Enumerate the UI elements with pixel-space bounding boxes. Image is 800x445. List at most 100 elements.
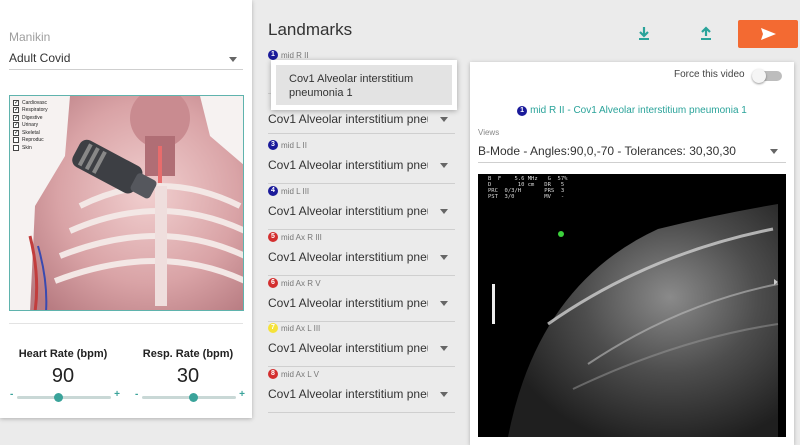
manikin-selected-value: Adult Covid [9,51,71,65]
layer-checkbox[interactable]: ✓ [13,107,19,114]
landmark-badge: 8 [268,369,278,379]
chevron-down-icon [440,255,448,260]
layer-row[interactable]: ✓ Skeletal [13,129,59,137]
divider [9,323,243,324]
landmark-name: mid R II [281,50,309,60]
layer-checkbox[interactable]: ✓ [13,99,19,106]
video-title-text: mid R II - Cov1 Alveolar interstitium pn… [530,105,747,116]
heart-rate-value: 90 [51,365,75,387]
manikin-label: Manikin [9,30,51,44]
landmark-header: 5 mid Ax R III [268,232,322,242]
layer-row[interactable]: ✓ Cardiovasc [13,99,59,107]
landmark-value: Cov1 Alveolar interstitium pneu... [268,158,428,172]
layer-checkbox[interactable]: ✓ [13,114,19,121]
heart-rate-slider[interactable]: - + [10,389,120,402]
heart-rate-group: Heart Rate (bpm) 90 [8,348,118,388]
layer-label: Digestive [22,114,43,121]
manikin-panel: Manikin Adult Covid ✓ Cardiovasc ✓ Respi… [0,0,252,418]
force-video-label: Force this video [674,69,745,80]
chevron-down-icon [440,163,448,168]
video-title: 1 mid R II - Cov1 Alveolar interstitium … [470,105,794,116]
upload-icon [701,26,711,40]
landmark-item[interactable]: 4 mid L III Cov1 Alveolar interstitium p… [268,186,455,230]
landmark-name: mid L II [281,140,307,150]
layer-label: Reproduc [22,137,44,144]
landmark-item[interactable]: 3 mid L II Cov1 Alveolar interstitium pn… [268,140,455,184]
ultrasound-video[interactable]: B F 5.6 MHz G 57% D 10 cm DR 5 PRC 0/3/H… [478,174,786,437]
landmark-name: mid Ax L III [281,323,321,333]
anatomy-layer-list: ✓ Cardiovasc ✓ Respiratory ✓ Digestive ✓ Uri… [13,99,59,152]
layer-row[interactable]: Reproduc [13,137,59,145]
toggle-knob[interactable] [752,69,766,83]
landmark-badge: 7 [268,323,278,333]
resp-rate-increase[interactable]: + [239,389,245,400]
layer-checkbox[interactable] [13,144,19,151]
chevron-down-icon [440,117,448,122]
slider-thumb[interactable] [54,393,63,402]
resp-rate-group: Resp. Rate (bpm) 30 [133,348,243,388]
layer-row[interactable]: ✓ Digestive [13,114,59,122]
landmark-badge: 1 [517,105,528,116]
landmark-badge: 1 [268,50,278,60]
landmark-badge: 5 [268,232,278,242]
chevron-down-icon [229,57,237,62]
landmarks-title: Landmarks [268,20,353,39]
landmark-item[interactable]: 8 mid Ax L V Cov1 Alveolar interstitium … [268,369,455,413]
views-select[interactable]: B-Mode - Angles:90,0,-70 - Tolerances: 3… [478,141,786,163]
landmark-value: Cov1 Alveolar interstitium pneu... [268,341,428,355]
heart-rate-decrease[interactable]: - [10,389,13,400]
download-button[interactable] [633,24,655,44]
landmark-header: 3 mid L II [268,140,307,150]
ultrasound-image [492,204,779,437]
landmark-value: Cov1 Alveolar interstitium pneu... [268,387,428,401]
layer-row[interactable]: Skin [13,144,59,152]
dropdown-option[interactable]: Cov1 Alveolar interstitium pneumonia 1 [276,65,452,105]
landmark-value: Cov1 Alveolar interstitium pneu... [268,296,428,310]
manikin-select[interactable]: Adult Covid [9,48,243,70]
send-button[interactable] [738,20,798,48]
landmark-value: Cov1 Alveolar interstitium pneu... [268,250,428,264]
landmark-header: 1 mid R II [268,50,309,60]
landmark-value: Cov1 Alveolar interstitium pneu... [268,112,428,126]
chevron-down-icon [440,392,448,397]
ultrasound-parameters: B F 5.6 MHz G 57% D 10 cm DR 5 PRC 0/3/H… [488,176,568,200]
slider-thumb[interactable] [189,393,198,402]
landmark-badge: 4 [268,186,278,196]
layer-row[interactable]: ✓ Respiratory [13,107,59,115]
landmark-item[interactable]: 7 mid Ax L III Cov1 Alveolar interstitiu… [268,323,455,367]
landmark-header: 4 mid L III [268,186,309,196]
resp-rate-value: 30 [176,365,200,387]
landmark-badge: 6 [268,278,278,288]
chevron-down-icon [770,149,778,154]
anatomy-viewer[interactable]: ✓ Cardiovasc ✓ Respiratory ✓ Digestive ✓ Uri… [9,95,244,311]
heart-rate-label: Heart Rate (bpm) [18,348,108,360]
chevron-down-icon [440,209,448,214]
resp-rate-slider[interactable]: - + [135,389,245,402]
layer-checkbox[interactable]: ✓ [13,129,19,136]
layer-label: Skin [22,144,32,151]
force-video-toggle[interactable] [752,69,782,83]
landmark-header: 8 mid Ax L V [268,369,319,379]
layer-checkbox[interactable] [13,137,19,144]
chevron-down-icon [440,346,448,351]
landmark-header: 6 mid Ax R V [268,278,321,288]
layer-checkbox[interactable]: ✓ [13,122,19,129]
video-panel: Force this video 1 mid R II - Cov1 Alveo… [470,62,794,445]
upload-button[interactable] [695,24,717,44]
views-selected-value: B-Mode - Angles:90,0,-70 - Tolerances: 3… [478,144,736,158]
landmark-item[interactable]: 6 mid Ax R V Cov1 Alveolar interstitium … [268,278,455,322]
layer-label: Skeletal [22,129,40,136]
landmark-item[interactable]: 5 mid Ax R III Cov1 Alveolar interstitiu… [268,232,455,276]
download-icon [639,27,649,40]
slider-track[interactable] [17,396,111,399]
heart-rate-increase[interactable]: + [114,389,120,400]
send-icon [761,28,776,40]
layer-row[interactable]: ✓ Urinary [13,122,59,130]
landmark-value: Cov1 Alveolar interstitium pneu... [268,204,428,218]
landmark-name: mid L III [281,186,310,196]
layer-label: Urinary [22,122,39,129]
layer-label: Respiratory [22,107,48,114]
chevron-down-icon [440,301,448,306]
resp-rate-decrease[interactable]: - [135,389,138,400]
resp-rate-label: Resp. Rate (bpm) [142,348,234,360]
